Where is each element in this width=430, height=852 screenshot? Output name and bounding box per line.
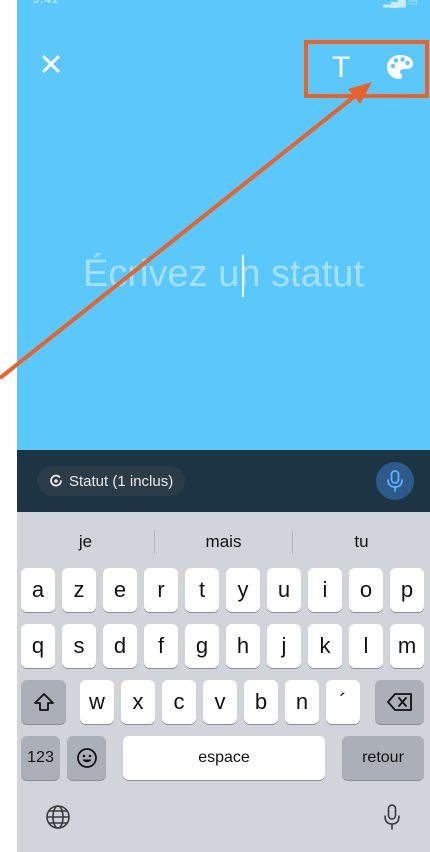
return-key[interactable]: retour (342, 736, 424, 780)
backspace-key[interactable] (375, 680, 424, 724)
key-b[interactable]: b (244, 680, 278, 724)
status-ring-icon (50, 474, 62, 487)
key-row-1: a z e r t y u i o p (17, 568, 430, 612)
numbers-key[interactable]: 123 (21, 736, 60, 780)
close-button[interactable] (37, 50, 65, 78)
suggestion-item[interactable]: mais (155, 522, 292, 562)
key-n[interactable]: n (285, 680, 319, 724)
key-e[interactable]: e (103, 568, 137, 612)
dictation-microphone-icon (384, 804, 400, 830)
key-g[interactable]: g (185, 624, 219, 668)
shift-key[interactable] (21, 680, 66, 724)
key-u[interactable]: u (267, 568, 301, 612)
key-x[interactable]: x (121, 680, 155, 724)
key-i[interactable]: i (308, 568, 342, 612)
key-c[interactable]: c (162, 680, 196, 724)
key-p[interactable]: p (390, 568, 424, 612)
key-r[interactable]: r (144, 568, 178, 612)
dictation-button[interactable] (377, 802, 407, 832)
globe-icon (46, 805, 70, 829)
globe-button[interactable] (43, 802, 73, 832)
space-key[interactable]: espace (123, 736, 325, 780)
key-accent[interactable]: ´ (326, 680, 360, 724)
signal-battery-icon: ▂▄▆ ▭ (383, 0, 418, 8)
status-count-chip[interactable]: Statut (1 inclus) (37, 466, 186, 496)
keyboard: je mais tu a z e r t y u i o p q s d f g… (17, 512, 430, 852)
key-j[interactable]: j (267, 624, 301, 668)
key-w[interactable]: w (80, 680, 114, 724)
key-q[interactable]: q (21, 624, 55, 668)
status-composer: T Écrivez un statut (17, 12, 430, 450)
key-y[interactable]: y (226, 568, 260, 612)
shift-icon (33, 693, 54, 711)
backspace-icon (386, 693, 412, 711)
key-row-4: 123 espace retour (17, 736, 430, 780)
key-a[interactable]: a (21, 568, 55, 612)
status-placeholder: Écrivez un statut (83, 252, 364, 295)
emoji-icon (76, 748, 97, 768)
suggestion-bar: je mais tu (17, 522, 430, 562)
key-row-2: q s d f g h j k l m (17, 624, 430, 668)
microphone-icon (387, 470, 403, 492)
palette-icon (387, 55, 413, 79)
key-row-3: w x c v b n ´ (17, 680, 430, 724)
color-palette-button[interactable] (383, 51, 417, 85)
status-chip-label: Statut (1 inclus) (69, 472, 174, 490)
text-caret (242, 254, 245, 297)
composer-toolbar: Statut (1 inclus) (17, 450, 430, 512)
key-o[interactable]: o (349, 568, 383, 612)
key-f[interactable]: f (144, 624, 178, 668)
key-s[interactable]: s (62, 624, 96, 668)
key-t[interactable]: t (185, 568, 219, 612)
suggestion-item[interactable]: tu (293, 522, 430, 562)
key-h[interactable]: h (226, 624, 260, 668)
suggestion-item[interactable]: je (17, 522, 154, 562)
key-k[interactable]: k (308, 624, 342, 668)
key-m[interactable]: m (390, 624, 424, 668)
key-v[interactable]: v (203, 680, 237, 724)
key-z[interactable]: z (62, 568, 96, 612)
close-icon (42, 55, 60, 73)
emoji-key[interactable] (67, 736, 106, 780)
key-l[interactable]: l (349, 624, 383, 668)
status-text-input[interactable]: Écrivez un statut (17, 244, 430, 304)
status-bar: 9:41 ▂▄▆ ▭ (17, 0, 430, 12)
text-style-button[interactable]: T (325, 48, 357, 88)
key-d[interactable]: d (103, 624, 137, 668)
voice-status-button[interactable] (376, 462, 414, 500)
status-time: 9:41 (33, 0, 60, 6)
